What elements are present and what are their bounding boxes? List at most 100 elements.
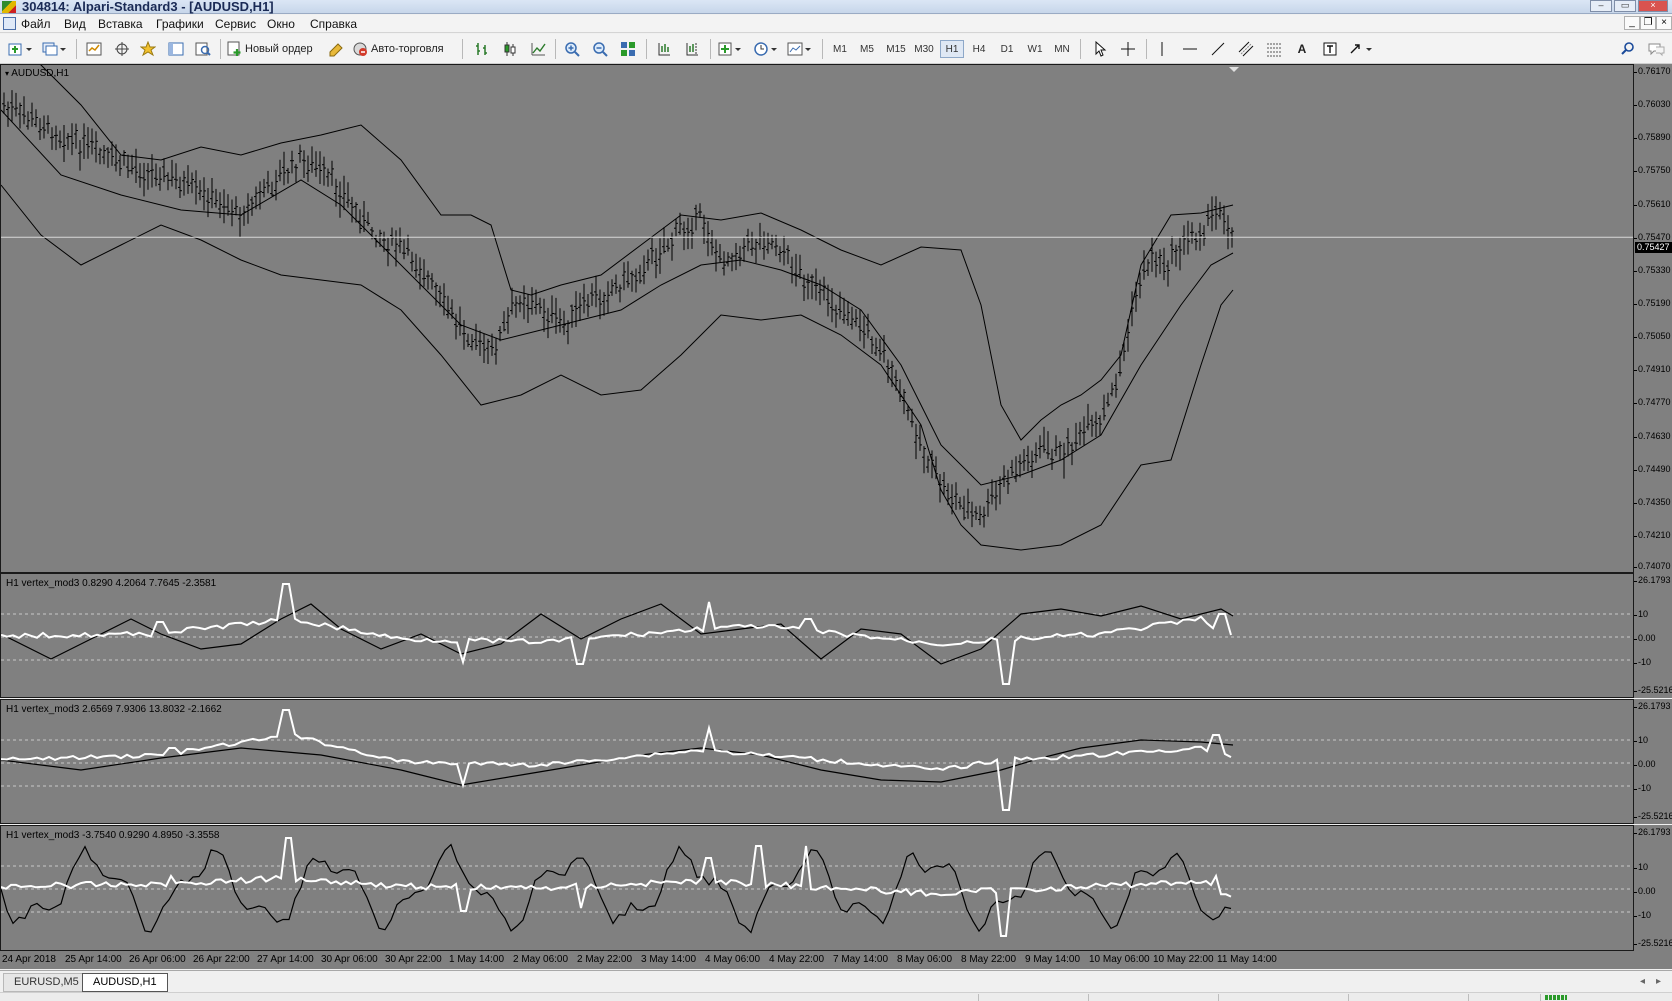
indicator-tick: 10 [1633, 609, 1649, 619]
indicator-panel-3[interactable]: H1 vertex_mod3 -3.7540 0.9290 4.8950 -3.… [0, 825, 1634, 951]
timeframe-m5-button[interactable]: M5 [855, 40, 879, 58]
indicator-tick: -10 [1633, 783, 1652, 793]
status-bar [0, 992, 1672, 1001]
timeframe-m15-button[interactable]: M15 [883, 40, 909, 58]
chart-menu-arrow-icon[interactable]: ▾ [5, 69, 9, 78]
terminal-icon[interactable] [166, 40, 186, 58]
timeframe-h1-button[interactable]: H1 [940, 40, 964, 58]
price-tick: 0.76170 [1634, 66, 1671, 76]
tab-eurusd-m5[interactable]: EURUSD,M5 [3, 973, 90, 992]
tile-windows-icon[interactable] [618, 40, 638, 58]
chart-tabs: EURUSD,M5 AUDUSD,H1 ◂ ▸ [0, 970, 1672, 992]
time-tick: 9 May 14:00 [1025, 954, 1081, 965]
crosshair-icon[interactable] [1118, 40, 1138, 58]
indicator-tick: 26.1793 [1634, 575, 1671, 585]
app-logo-icon [2, 1, 16, 13]
mdi-restore-button[interactable]: ❐ [1640, 16, 1656, 30]
title-bar: 304814: Alpari-Standard3 - [AUDUSD,H1] –… [0, 0, 1672, 14]
price-tick: 0.74070 [1634, 561, 1671, 571]
menu-window[interactable]: Окно [267, 17, 295, 31]
time-tick: 26 Apr 06:00 [129, 954, 186, 965]
menu-file[interactable]: Файл [21, 17, 51, 31]
vertical-line-icon[interactable] [1152, 40, 1172, 58]
line-chart-icon[interactable] [528, 40, 548, 58]
indicator-2-canvas[interactable] [1, 700, 1634, 824]
cursor-icon[interactable] [1090, 40, 1110, 58]
indicator-3-canvas[interactable] [1, 826, 1634, 951]
time-axis[interactable]: 24 Apr 2018 25 Apr 14:00 26 Apr 06:00 26… [0, 951, 1634, 969]
text-icon[interactable]: A [1292, 40, 1312, 58]
fibonacci-icon[interactable] [1264, 40, 1284, 58]
templates-icon[interactable] [786, 40, 814, 58]
horizontal-line-icon[interactable] [1180, 40, 1200, 58]
scale-corner [1634, 951, 1672, 969]
menu-view[interactable]: Вид [64, 17, 86, 31]
document-icon[interactable] [3, 17, 16, 30]
menu-bar: Файл Вид Вставка Графики Сервис Окно Спр… [0, 15, 1672, 33]
auto-trading-button[interactable]: Авто-торговля [352, 40, 450, 58]
timeframe-m30-button[interactable]: M30 [911, 40, 937, 58]
menu-charts[interactable]: Графики [156, 17, 204, 31]
zoom-in-icon[interactable] [562, 40, 582, 58]
candlesticks-icon[interactable] [500, 40, 520, 58]
zoom-out-icon[interactable] [590, 40, 610, 58]
timeframe-h4-button[interactable]: H4 [967, 40, 991, 58]
arrows-icon[interactable] [1348, 40, 1376, 58]
chart-shift-icon[interactable] [682, 40, 702, 58]
price-tick: 0.74630 [1634, 431, 1671, 441]
indicator-tick: -10 [1633, 910, 1652, 920]
strategy-tester-icon[interactable] [193, 40, 213, 58]
navigator-icon[interactable] [112, 40, 132, 58]
new-order-button[interactable]: Новый ордер [226, 40, 318, 58]
trendline-icon[interactable] [1208, 40, 1228, 58]
price-scale[interactable]: 0.76170 0.76030 0.75890 0.75750 0.75610 … [1634, 64, 1672, 573]
menu-help[interactable]: Справка [310, 17, 357, 31]
timeframe-w1-button[interactable]: W1 [1023, 40, 1047, 58]
periods-icon[interactable] [752, 40, 780, 58]
maximize-button[interactable]: ▭ [1614, 0, 1636, 12]
new-chart-icon[interactable] [6, 40, 34, 58]
tab-audusd-h1[interactable]: AUDUSD,H1 [82, 973, 168, 992]
tab-scroll-left-icon[interactable]: ◂ [1640, 976, 1645, 987]
time-tick: 3 May 14:00 [641, 954, 697, 965]
indicator-3-label: H1 vertex_mod3 -3.7540 0.9290 4.8950 -3.… [6, 830, 220, 841]
indicator-1-canvas[interactable] [1, 574, 1634, 698]
time-tick: 4 May 22:00 [769, 954, 825, 965]
favorites-icon[interactable] [138, 40, 158, 58]
price-chart[interactable]: ▾ AUDUSD,H1 [0, 64, 1634, 573]
market-watch-icon[interactable] [84, 40, 104, 58]
indicator-panel-1[interactable]: H1 vertex_mod3 0.8290 4.2064 7.7645 -2.3… [0, 573, 1634, 698]
close-button[interactable]: × [1638, 0, 1668, 12]
text-label-icon[interactable] [1320, 40, 1340, 58]
indicator-tick: -25.5216 [1634, 685, 1672, 695]
indicator-2-main-line [1, 709, 1232, 811]
indicator-2-scale: 26.1793 10 0.00 -10 -25.5216 [1633, 699, 1672, 824]
bar-chart-icon[interactable] [472, 40, 492, 58]
indicators-icon[interactable] [716, 40, 744, 58]
new-order-label: Новый ордер [245, 43, 313, 55]
mdi-minimize-button[interactable]: _ [1624, 16, 1640, 30]
indicator-tick: -25.5216 [1634, 938, 1672, 948]
metaeditor-icon[interactable] [326, 40, 346, 58]
minimize-button[interactable]: – [1590, 0, 1612, 12]
profiles-icon[interactable] [40, 40, 68, 58]
timeframe-m1-button[interactable]: M1 [828, 40, 852, 58]
tab-scroll-right-icon[interactable]: ▸ [1656, 976, 1661, 987]
indicator-panel-2[interactable]: H1 vertex_mod3 2.6569 7.9306 13.8032 -2.… [0, 699, 1634, 824]
chat-icon[interactable] [1646, 40, 1666, 58]
price-chart-canvas[interactable] [1, 65, 1634, 573]
price-tick: 0.75610 [1634, 199, 1671, 209]
menu-tools[interactable]: Сервис [215, 17, 256, 31]
auto-scroll-icon[interactable] [654, 40, 674, 58]
price-tick: 0.75050 [1634, 331, 1671, 341]
time-tick: 2 May 06:00 [513, 954, 569, 965]
menu-insert[interactable]: Вставка [98, 17, 143, 31]
equidistant-channel-icon[interactable] [1236, 40, 1256, 58]
timeframe-d1-button[interactable]: D1 [995, 40, 1019, 58]
time-tick: 8 May 22:00 [961, 954, 1017, 965]
timeframe-mn-button[interactable]: MN [1050, 40, 1074, 58]
bollinger-upper-line [40, 65, 1234, 441]
search-icon[interactable] [1618, 40, 1638, 58]
mdi-close-button[interactable]: × [1656, 16, 1672, 30]
indicator-1-signal-line [1, 603, 1234, 665]
